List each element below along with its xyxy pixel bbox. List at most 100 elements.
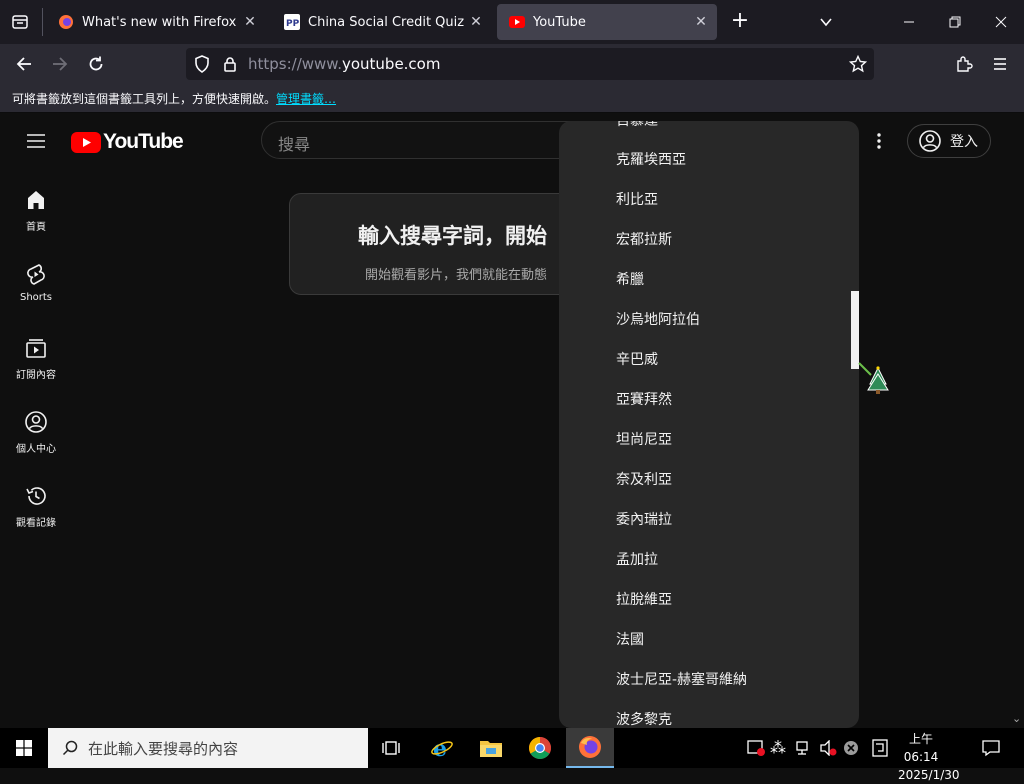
guide-item-home[interactable]: 首頁	[0, 188, 72, 233]
home-icon	[28, 191, 44, 209]
search-input[interactable]	[261, 121, 591, 159]
dropdown-scrollbar-thumb[interactable]	[851, 291, 859, 369]
list-item[interactable]: 波多黎克	[616, 709, 672, 728]
task-view-icon[interactable]	[368, 728, 416, 768]
firefox-favicon-icon	[59, 15, 73, 29]
clock-date: 2025/1/30	[898, 768, 960, 782]
close-icon[interactable]: ✕	[464, 14, 488, 30]
pp-favicon-icon: PP	[284, 14, 300, 30]
close-icon[interactable]: ✕	[689, 14, 713, 30]
guide-menu-icon[interactable]	[24, 129, 48, 153]
you-icon	[25, 411, 47, 433]
list-item[interactable]: 拉脫維亞	[616, 589, 672, 609]
list-item[interactable]: 坦尚尼亞	[616, 429, 672, 449]
tab-title: China Social Credit Quiz - Que	[308, 14, 464, 30]
page-scroll-down-icon[interactable]: ⌄	[1012, 712, 1021, 725]
sign-in-label: 登入	[950, 134, 978, 150]
list-item[interactable]: 利比亞	[616, 189, 658, 209]
menu-hamburger-icon[interactable]	[988, 52, 1012, 76]
bookmarks-toolbar: 可將書籤放到這個書籤工具列上，方便快速開啟。管理書籤…	[0, 84, 1024, 113]
list-item[interactable]: 克羅埃西亞	[616, 149, 686, 169]
close-icon[interactable]: ✕	[238, 14, 262, 30]
list-item[interactable]: 沙烏地阿拉伯	[616, 309, 700, 329]
list-item[interactable]: 辛巴威	[616, 349, 658, 369]
tab-whats-new[interactable]: What's new with Firefox ✕	[46, 4, 266, 40]
chrome-icon[interactable]	[516, 728, 564, 768]
notification-center-icon[interactable]	[982, 739, 1000, 761]
youtube-logo[interactable]: YouTube	[71, 130, 184, 154]
clear-notification-icon[interactable]	[843, 740, 859, 760]
youtube-play-icon	[71, 131, 101, 153]
tab-title: YouTube	[533, 14, 586, 30]
guide-item-label: 觀看記錄	[16, 518, 56, 529]
list-item[interactable]: 委內瑞拉	[616, 509, 672, 529]
account-icon	[919, 130, 941, 152]
list-item[interactable]: 宏都拉斯	[616, 229, 672, 249]
guide-item-label: Shorts	[19, 292, 53, 303]
shorts-icon	[27, 264, 45, 285]
forward-icon[interactable]	[48, 52, 72, 76]
firefox-taskbar-icon[interactable]	[566, 728, 614, 768]
youtube-wordmark: YouTube	[103, 130, 184, 153]
taskbar-search-input[interactable]: 在此輸入要搜尋的內容	[48, 728, 368, 768]
tab-separator	[42, 8, 43, 36]
list-item[interactable]: 法國	[616, 629, 644, 649]
lock-icon[interactable]	[218, 52, 242, 76]
file-explorer-icon[interactable]	[467, 728, 515, 768]
url-text[interactable]: https://www.youtube.com	[248, 55, 440, 73]
empty-state-title: 輸入搜尋字詞，開始	[358, 224, 547, 248]
manage-bookmarks-link[interactable]: 管理書籤…	[276, 92, 336, 106]
restore-icon[interactable]	[932, 0, 978, 44]
country-dropdown[interactable]: 百慕達 克羅埃西亞 利比亞 宏都拉斯 希臘 沙烏地阿拉伯 辛巴威 亞賽拜然 坦尚…	[559, 121, 859, 728]
list-item[interactable]: 孟加拉	[616, 549, 658, 569]
url-domain: youtube.com	[341, 55, 441, 73]
guide-item-you[interactable]: 個人中心	[0, 410, 72, 455]
list-item[interactable]: 希臘	[616, 269, 644, 289]
svg-text:PP: PP	[286, 19, 300, 29]
subscriptions-icon	[26, 339, 46, 358]
url-prefix: https://www.	[248, 55, 342, 73]
guide-item-history[interactable]: 觀看記錄	[0, 484, 72, 529]
new-tab-button[interactable]: +	[728, 10, 752, 34]
cursor-icon	[858, 362, 890, 400]
list-all-tabs-icon[interactable]	[814, 10, 838, 34]
guide-item-shorts[interactable]: Shorts	[0, 262, 72, 303]
network-icon[interactable]	[795, 740, 813, 760]
empty-state-card: 輸入搜尋字詞，開始 開始觀看影片，我們就能在動態	[289, 193, 589, 295]
guide-item-label: 首頁	[26, 222, 46, 233]
list-item[interactable]: 奈及利亞	[616, 469, 672, 489]
bookmarks-hint-text: 可將書籤放到這個書籤工具列上，方便快速開啟。	[12, 92, 277, 106]
close-window-icon[interactable]	[978, 0, 1024, 44]
system-clock[interactable]: 上午 06:14 2025/1/30	[898, 730, 960, 784]
tab-china-quiz[interactable]: PP China Social Credit Quiz - Que ✕	[272, 4, 492, 40]
clock-time: 上午 06:14	[903, 732, 939, 764]
tracking-protection-shield-icon[interactable]	[190, 52, 214, 76]
list-item[interactable]: 百慕達	[616, 121, 658, 130]
tab-youtube[interactable]: YouTube ✕	[497, 4, 717, 40]
list-item[interactable]: 波士尼亞-赫塞哥維納	[616, 669, 747, 689]
firefox-view-icon[interactable]	[8, 10, 32, 34]
list-item[interactable]: 亞賽拜然	[616, 389, 672, 409]
windows-start-icon[interactable]	[0, 728, 48, 768]
taskbar-search-placeholder: 在此輸入要搜尋的內容	[88, 739, 239, 758]
minimize-icon[interactable]	[886, 0, 932, 44]
empty-state-subtitle: 開始觀看影片，我們就能在動態	[365, 268, 548, 283]
guide-item-label: 訂閱內容	[16, 370, 56, 381]
search-icon	[62, 740, 78, 756]
bookmark-star-icon[interactable]	[846, 52, 870, 76]
more-options-icon[interactable]	[876, 132, 882, 150]
reload-icon[interactable]	[84, 52, 108, 76]
volume-muted-icon[interactable]	[820, 739, 838, 760]
extensions-icon[interactable]	[952, 52, 976, 76]
security-warning-icon[interactable]	[747, 740, 765, 760]
guide-item-subscriptions[interactable]: 訂閱內容	[0, 336, 72, 381]
language-indicator-icon[interactable]	[872, 739, 888, 761]
youtube-favicon-icon	[509, 16, 525, 28]
internet-explorer-icon[interactable]: e	[418, 728, 466, 768]
history-icon	[26, 487, 46, 505]
guide-item-label: 個人中心	[16, 444, 56, 455]
tab-title: What's new with Firefox	[82, 14, 237, 30]
sign-in-button[interactable]: 登入	[907, 124, 991, 158]
back-icon[interactable]	[12, 52, 36, 76]
ime-icon[interactable]: ⁂	[770, 740, 786, 756]
